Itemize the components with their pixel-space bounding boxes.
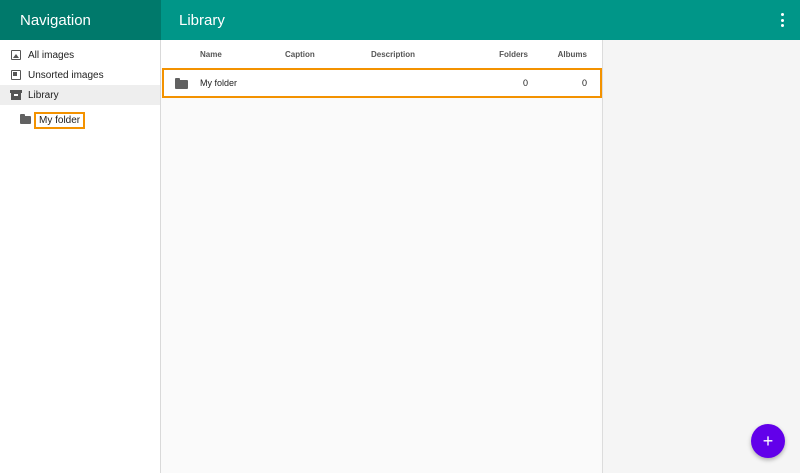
archive-icon — [10, 90, 22, 100]
add-button[interactable]: + — [751, 424, 785, 458]
main-header: Library — [161, 0, 800, 40]
image-icon — [11, 50, 21, 60]
folder-icon — [175, 78, 188, 89]
sidebar-item-unsorted-images[interactable]: Unsorted images — [0, 65, 160, 85]
table-row[interactable]: My folder 0 0 — [162, 68, 602, 98]
unsorted-icon — [11, 70, 21, 80]
cell-albums: 0 — [581, 78, 587, 88]
column-header-albums[interactable]: Albums — [558, 50, 587, 59]
library-table: Name Caption Description Folders Albums … — [161, 40, 603, 473]
cell-folders: 0 — [522, 78, 528, 88]
sidebar-item-label: Library — [28, 89, 59, 101]
sidebar: All images Unsorted images Library My fo… — [0, 40, 161, 473]
navigation-title: Navigation — [20, 11, 91, 29]
column-header-folders[interactable]: Folders — [499, 50, 528, 59]
navigation-header: Navigation — [0, 0, 161, 40]
column-header-description[interactable]: Description — [371, 50, 415, 59]
sidebar-item-all-images[interactable]: All images — [0, 45, 160, 65]
column-header-name[interactable]: Name — [200, 50, 222, 59]
sidebar-item-label: Unsorted images — [28, 69, 104, 81]
more-menu-icon[interactable] — [778, 12, 786, 28]
page-title: Library — [179, 11, 225, 29]
sidebar-item-my-folder[interactable]: My folder — [0, 110, 160, 130]
sidebar-item-label: My folder — [34, 111, 86, 129]
sidebar-item-label: All images — [28, 49, 75, 61]
sidebar-item-library[interactable]: Library — [0, 85, 160, 105]
folder-icon — [20, 114, 31, 124]
cell-name: My folder — [200, 78, 238, 88]
detail-pane — [604, 40, 800, 473]
table-header: Name Caption Description Folders Albums — [161, 40, 602, 68]
column-header-caption[interactable]: Caption — [285, 50, 315, 59]
plus-icon: + — [762, 430, 774, 451]
